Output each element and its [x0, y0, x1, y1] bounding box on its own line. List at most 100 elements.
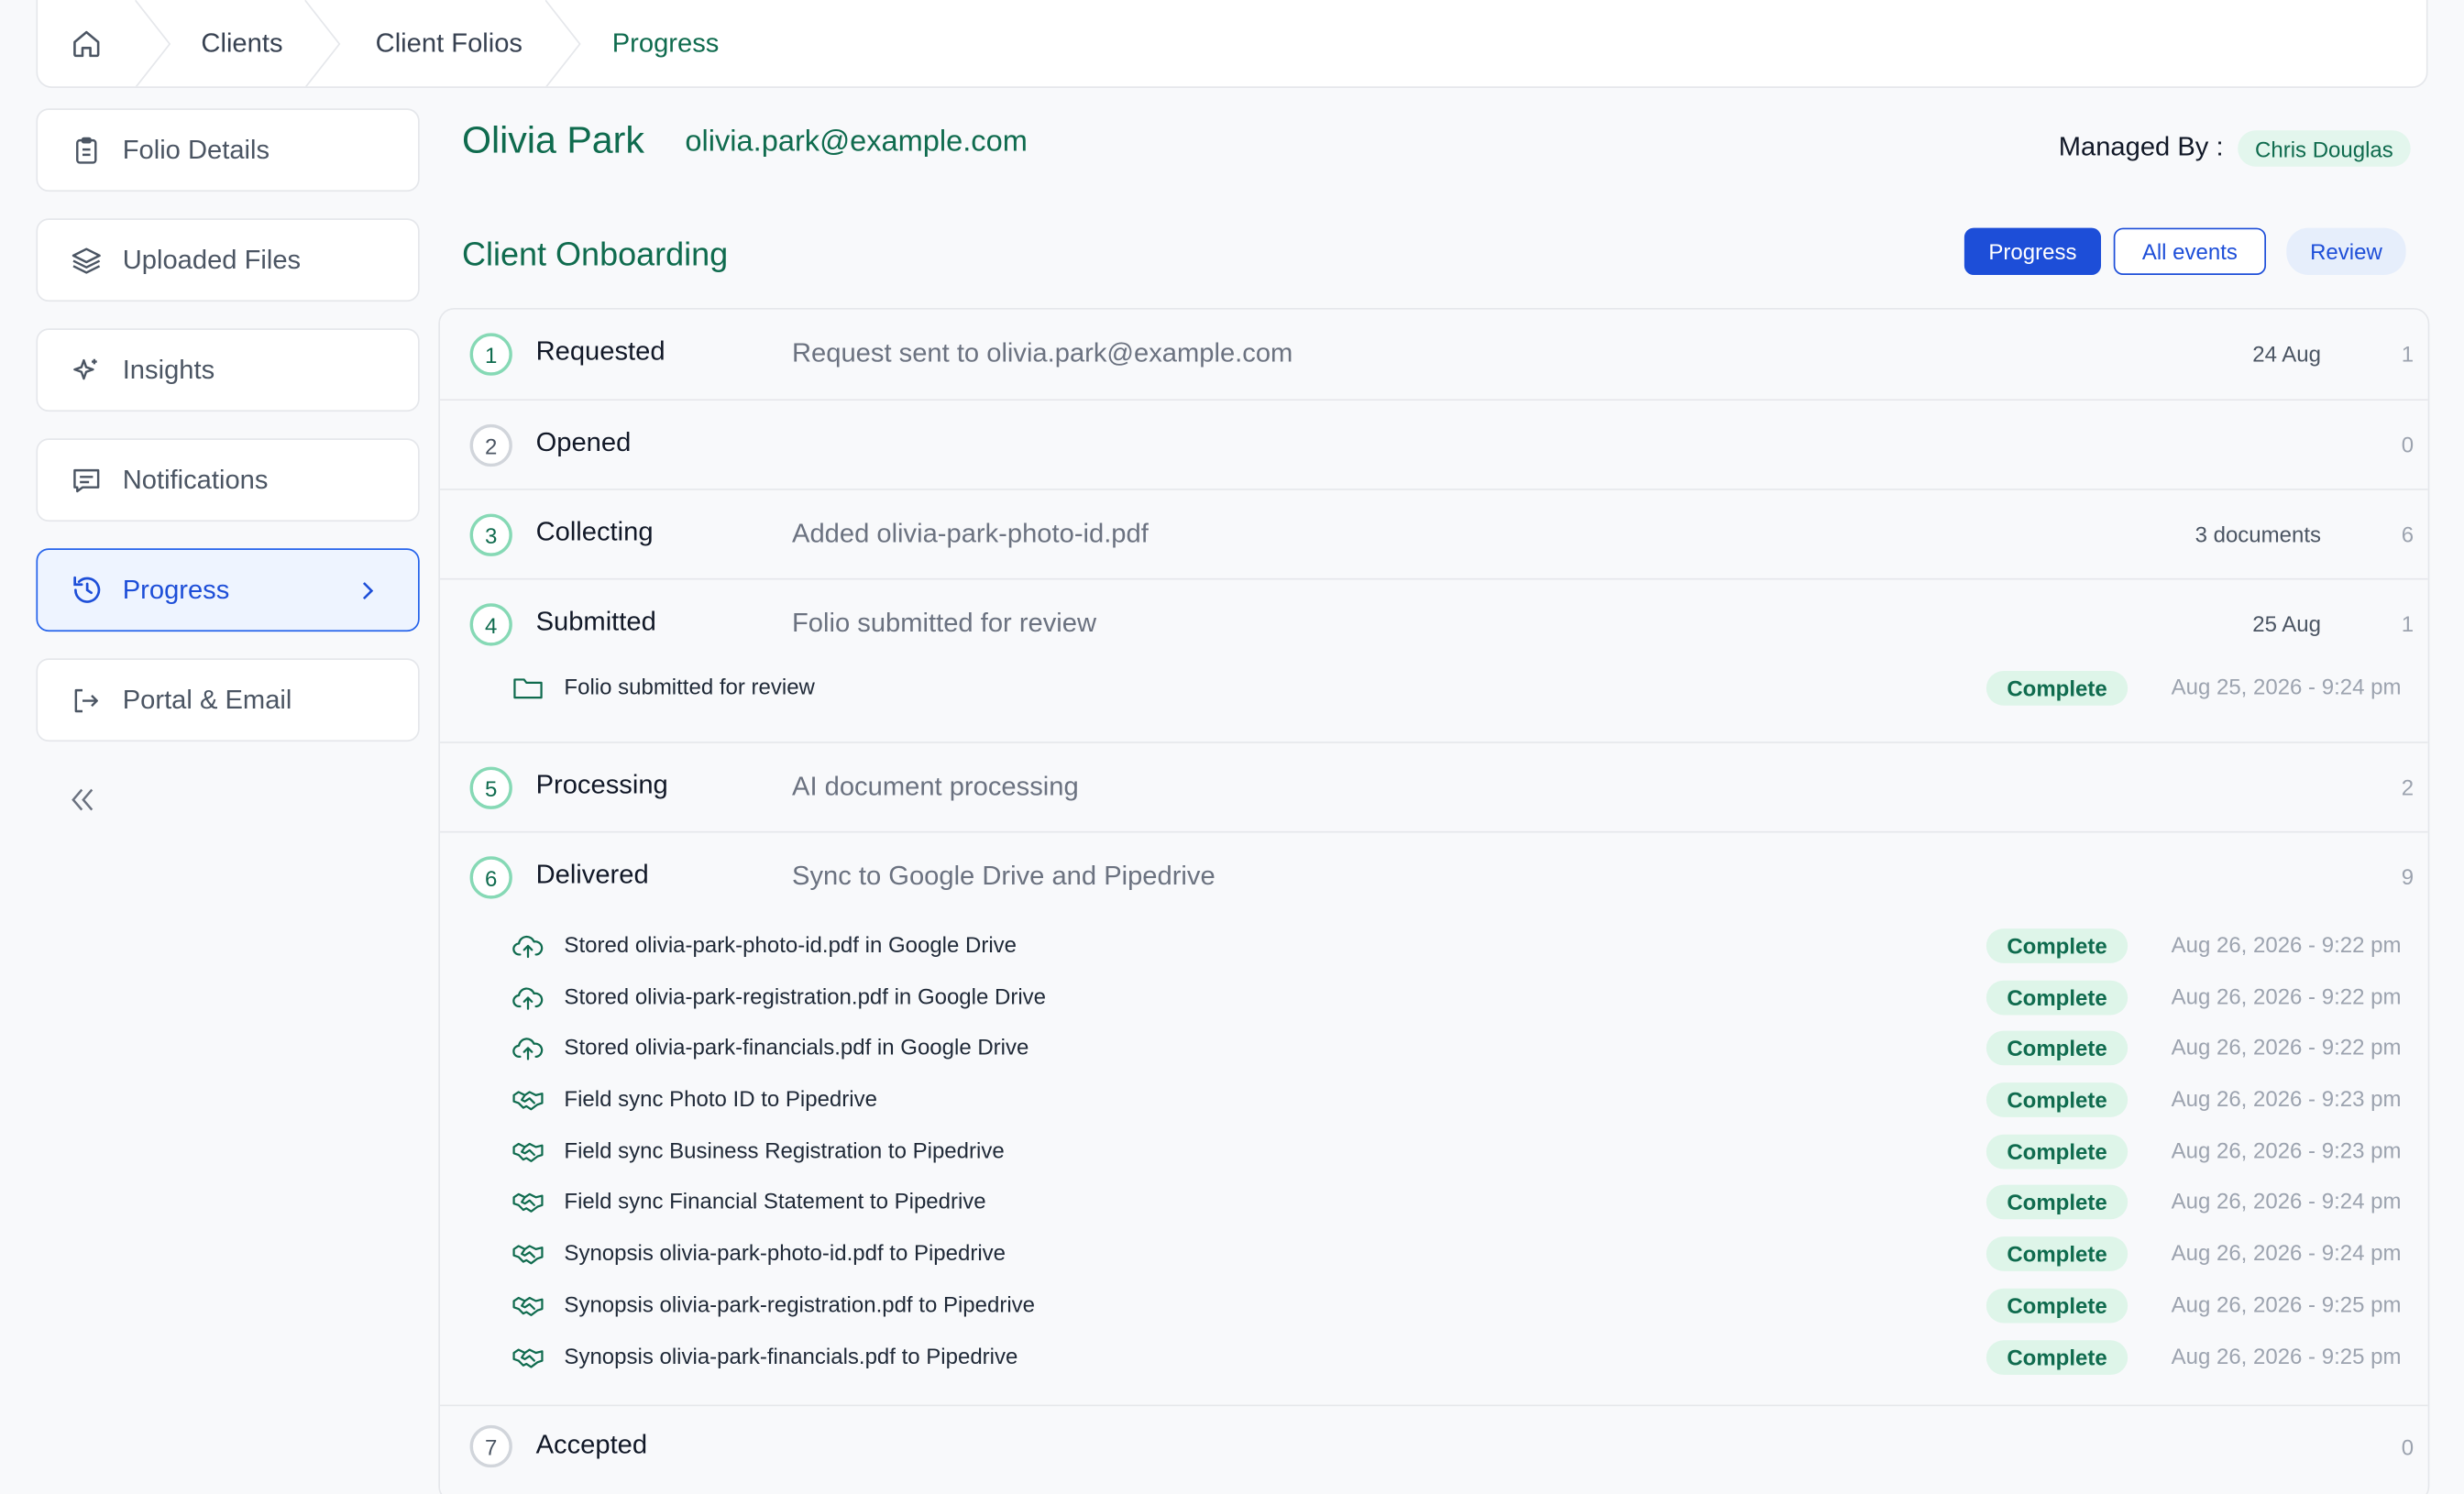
event-row: Field sync Financial Statement to Pipedr…: [440, 1177, 2428, 1227]
breadcrumb-progress[interactable]: Progress: [588, 0, 741, 86]
status-badge: Complete: [1986, 1082, 2128, 1117]
sidebar-item-label: Progress: [122, 574, 230, 605]
handshake-icon: [512, 1192, 544, 1213]
step-requested[interactable]: 1 Requested Request sent to olivia.park@…: [440, 309, 2428, 401]
status-badge: Complete: [1986, 1236, 2128, 1271]
sidebar-item-uploaded-files[interactable]: Uploaded Files: [36, 218, 420, 302]
sidebar-item-portal-email[interactable]: Portal & Email: [36, 658, 420, 742]
event-row: Field sync Photo ID to Pipedrive Complet…: [440, 1075, 2428, 1126]
step-delivered[interactable]: 6 Delivered Sync to Google Drive and Pip…: [440, 832, 2428, 1407]
step-opened[interactable]: 2 Opened 0: [440, 401, 2428, 490]
step-accepted[interactable]: 7 Accepted 0: [440, 1406, 2428, 1494]
status-badge: Complete: [1986, 671, 2128, 706]
event-time: Aug 26, 2026 - 9:24 pm: [2171, 1239, 2402, 1266]
step-description: Added olivia-park-photo-id.pdf: [792, 518, 1149, 549]
step-label: Accepted: [535, 1430, 648, 1460]
event-text: Folio submitted for review: [564, 674, 815, 699]
step-date: 24 Aug: [2252, 341, 2322, 367]
event-row: Stored olivia-park-registration.pdf in G…: [440, 972, 2428, 1023]
status-badge: Complete: [1986, 1184, 2128, 1220]
step-label: Requested: [535, 335, 666, 367]
cloud-upload-icon: [512, 987, 544, 1010]
step-date: 25 Aug: [2252, 610, 2322, 637]
event-time: Aug 26, 2026 - 9:22 pm: [2171, 931, 2402, 958]
status-badge: Complete: [1986, 1288, 2128, 1324]
cloud-upload-icon: [512, 1038, 544, 1060]
chevron-right-icon: [352, 575, 383, 614]
status-badge: Complete: [1986, 1340, 2128, 1376]
status-badge: Complete: [1986, 1134, 2128, 1170]
layers-icon: [69, 243, 104, 278]
step-label: Collecting: [535, 517, 654, 547]
event-text: Synopsis olivia-park-financials.pdf to P…: [564, 1343, 1018, 1369]
message-icon: [69, 463, 104, 498]
managed-by-chip[interactable]: Chris Douglas: [2238, 130, 2411, 167]
sidebar-item-folio-details[interactable]: Folio Details: [36, 108, 420, 192]
event-row: Field sync Business Registration to Pipe…: [440, 1126, 2428, 1177]
step-number: 6: [469, 856, 512, 899]
handshake-icon: [512, 1091, 544, 1111]
event-row: Stored olivia-park-photo-id.pdf in Googl…: [440, 921, 2428, 972]
event-time: Aug 26, 2026 - 9:24 pm: [2171, 1188, 2402, 1214]
status-badge: Complete: [1986, 1030, 2128, 1066]
breadcrumb-clients[interactable]: Clients: [179, 0, 304, 86]
event-time: Aug 26, 2026 - 9:22 pm: [2171, 1034, 2402, 1060]
sidebar-item-label: Uploaded Files: [122, 244, 302, 275]
sidebar-item-label: Folio Details: [122, 134, 270, 165]
step-description: Folio submitted for review: [792, 608, 1097, 639]
sidebar-item-label: Notifications: [122, 464, 269, 495]
event-text: Stored olivia-park-registration.pdf in G…: [564, 983, 1047, 1009]
step-label: Delivered: [535, 859, 649, 890]
step-number: 1: [469, 333, 512, 376]
event-row: Synopsis olivia-park-registration.pdf to…: [440, 1280, 2428, 1331]
breadcrumb-separator: [544, 0, 588, 87]
step-number: 3: [469, 513, 512, 556]
progress-table: 1 Requested Request sent to olivia.park@…: [438, 308, 2430, 1494]
sidebar-item-label: Insights: [122, 354, 215, 385]
step-label: Processing: [535, 770, 668, 800]
sidebar-item-insights[interactable]: Insights: [36, 328, 420, 412]
step-description: AI document processing: [792, 771, 1079, 802]
folder-icon: [513, 678, 543, 699]
event-time: Aug 26, 2026 - 9:23 pm: [2171, 1137, 2402, 1163]
sidebar-item-progress[interactable]: Progress: [36, 548, 420, 632]
collapse-sidebar-icon[interactable]: [66, 783, 101, 825]
clipboard-icon: [69, 133, 104, 168]
logout-icon: [69, 683, 104, 718]
handshake-icon: [512, 1348, 544, 1368]
history-icon: [69, 573, 104, 608]
step-count: 6: [2401, 522, 2414, 547]
step-number: 7: [469, 1424, 512, 1468]
step-collecting[interactable]: 3 Collecting Added olivia-park-photo-id.…: [440, 489, 2428, 580]
sparkle-icon: [69, 353, 104, 388]
tab-all-events[interactable]: All events: [2113, 227, 2267, 276]
event-text: Stored olivia-park-photo-id.pdf in Googl…: [564, 931, 1018, 958]
tab-progress[interactable]: Progress: [1964, 227, 2102, 276]
step-number: 2: [469, 423, 512, 467]
event-time: Aug 26, 2026 - 9:22 pm: [2171, 983, 2402, 1009]
step-count: 1: [2401, 341, 2414, 367]
handshake-icon: [512, 1245, 544, 1265]
event-text: Synopsis olivia-park-registration.pdf to…: [564, 1291, 1036, 1317]
sidebar-item-label: Portal & Email: [122, 684, 292, 715]
client-email[interactable]: olivia.park@example.com: [685, 126, 1027, 160]
step-label: Opened: [535, 427, 632, 457]
step-date: 3 documents: [2194, 522, 2322, 547]
breadcrumb-client-folios[interactable]: Client Folios: [349, 0, 545, 86]
event-time: Aug 26, 2026 - 9:25 pm: [2171, 1291, 2402, 1317]
step-submitted[interactable]: 4 Submitted Folio submitted for review 2…: [440, 579, 2428, 743]
event-time: Aug 25, 2026 - 9:24 pm: [2171, 674, 2402, 699]
breadcrumb: Clients Client Folios Progress: [36, 0, 2428, 89]
step-processing[interactable]: 5 Processing AI document processing 2: [440, 742, 2428, 833]
tab-review[interactable]: Review: [2286, 227, 2406, 276]
breadcrumb-separator: [304, 0, 349, 87]
breadcrumb-separator: [135, 0, 179, 87]
event-row: Stored olivia-park-financials.pdf in Goo…: [440, 1023, 2428, 1073]
client-name: Olivia Park: [462, 119, 644, 162]
sidebar-item-notifications[interactable]: Notifications: [36, 438, 420, 522]
event-time: Aug 26, 2026 - 9:25 pm: [2171, 1343, 2402, 1369]
step-count: 1: [2401, 610, 2414, 637]
handshake-icon: [512, 1142, 544, 1162]
home-icon[interactable]: [38, 0, 135, 86]
step-count: 9: [2401, 863, 2414, 890]
